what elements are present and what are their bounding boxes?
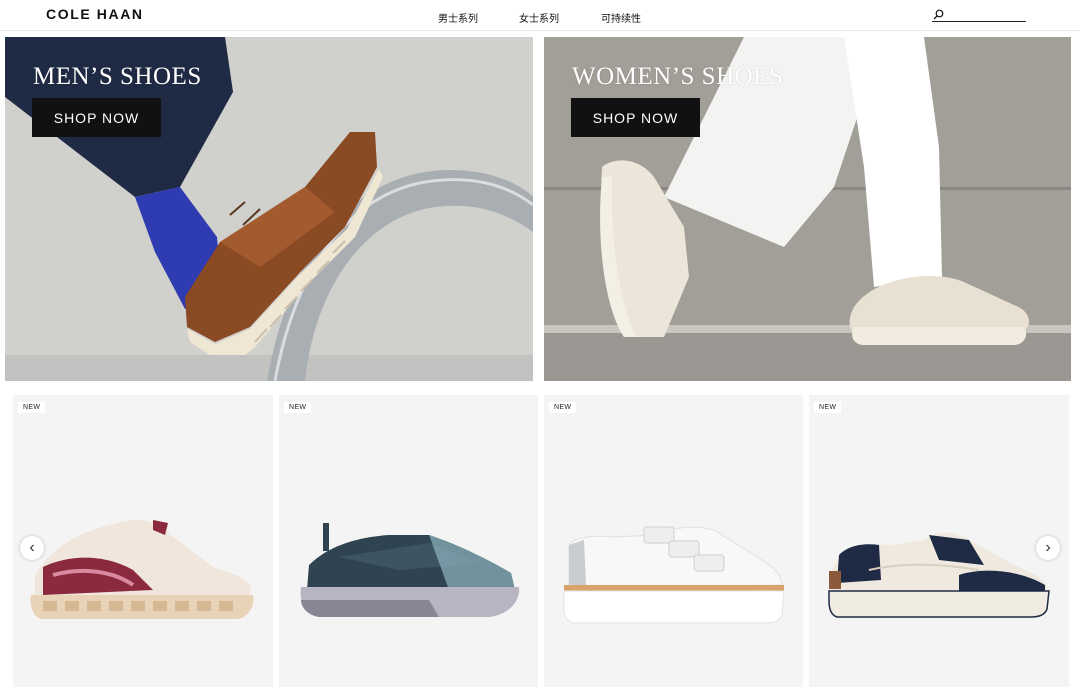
nav-item-women[interactable]: 女士系列 — [519, 10, 559, 25]
nav-item-sustainability[interactable]: 可持续性 — [601, 10, 641, 25]
site-header: COLE HAAN 男士系列 女士系列 可持续性 — [0, 0, 1080, 31]
product-image-sneaker-white — [563, 526, 785, 624]
search-box[interactable] — [932, 8, 1026, 22]
carousel-prev-button[interactable]: ‹ — [20, 536, 44, 560]
product-image-sneaker-cream-navy — [828, 532, 1050, 618]
chevron-left-icon: ‹ — [29, 539, 35, 556]
hero-men-banner[interactable]: MEN’S SHOES SHOP NOW — [5, 37, 533, 381]
product-image-sneaker-pink — [30, 519, 254, 619]
new-badge: NEW — [18, 402, 46, 413]
product-card[interactable]: NEW — [544, 395, 803, 687]
brand-logo[interactable]: COLE HAAN — [46, 6, 144, 22]
new-badge: NEW — [814, 402, 842, 413]
men-hero-title: MEN’S SHOES — [33, 63, 202, 90]
shop-men-button[interactable]: SHOP NOW — [32, 98, 161, 137]
shop-women-button[interactable]: SHOP NOW — [571, 98, 700, 137]
product-card[interactable]: NEW — [809, 395, 1069, 687]
search-input[interactable] — [946, 8, 1024, 20]
product-card[interactable]: NEW — [279, 395, 538, 687]
search-icon[interactable] — [933, 9, 944, 20]
product-card[interactable]: NEW — [13, 395, 273, 687]
chevron-right-icon: › — [1045, 539, 1051, 556]
hero-women-banner[interactable]: WOMEN’S SHOES SHOP NOW — [544, 37, 1071, 381]
product-image-sneaker-navy — [300, 523, 520, 617]
new-badge: NEW — [284, 402, 312, 413]
new-badge: NEW — [549, 402, 577, 413]
nav-item-men[interactable]: 男士系列 — [438, 10, 478, 25]
carousel-next-button[interactable]: › — [1036, 536, 1060, 560]
women-hero-title: WOMEN’S SHOES — [572, 63, 784, 90]
